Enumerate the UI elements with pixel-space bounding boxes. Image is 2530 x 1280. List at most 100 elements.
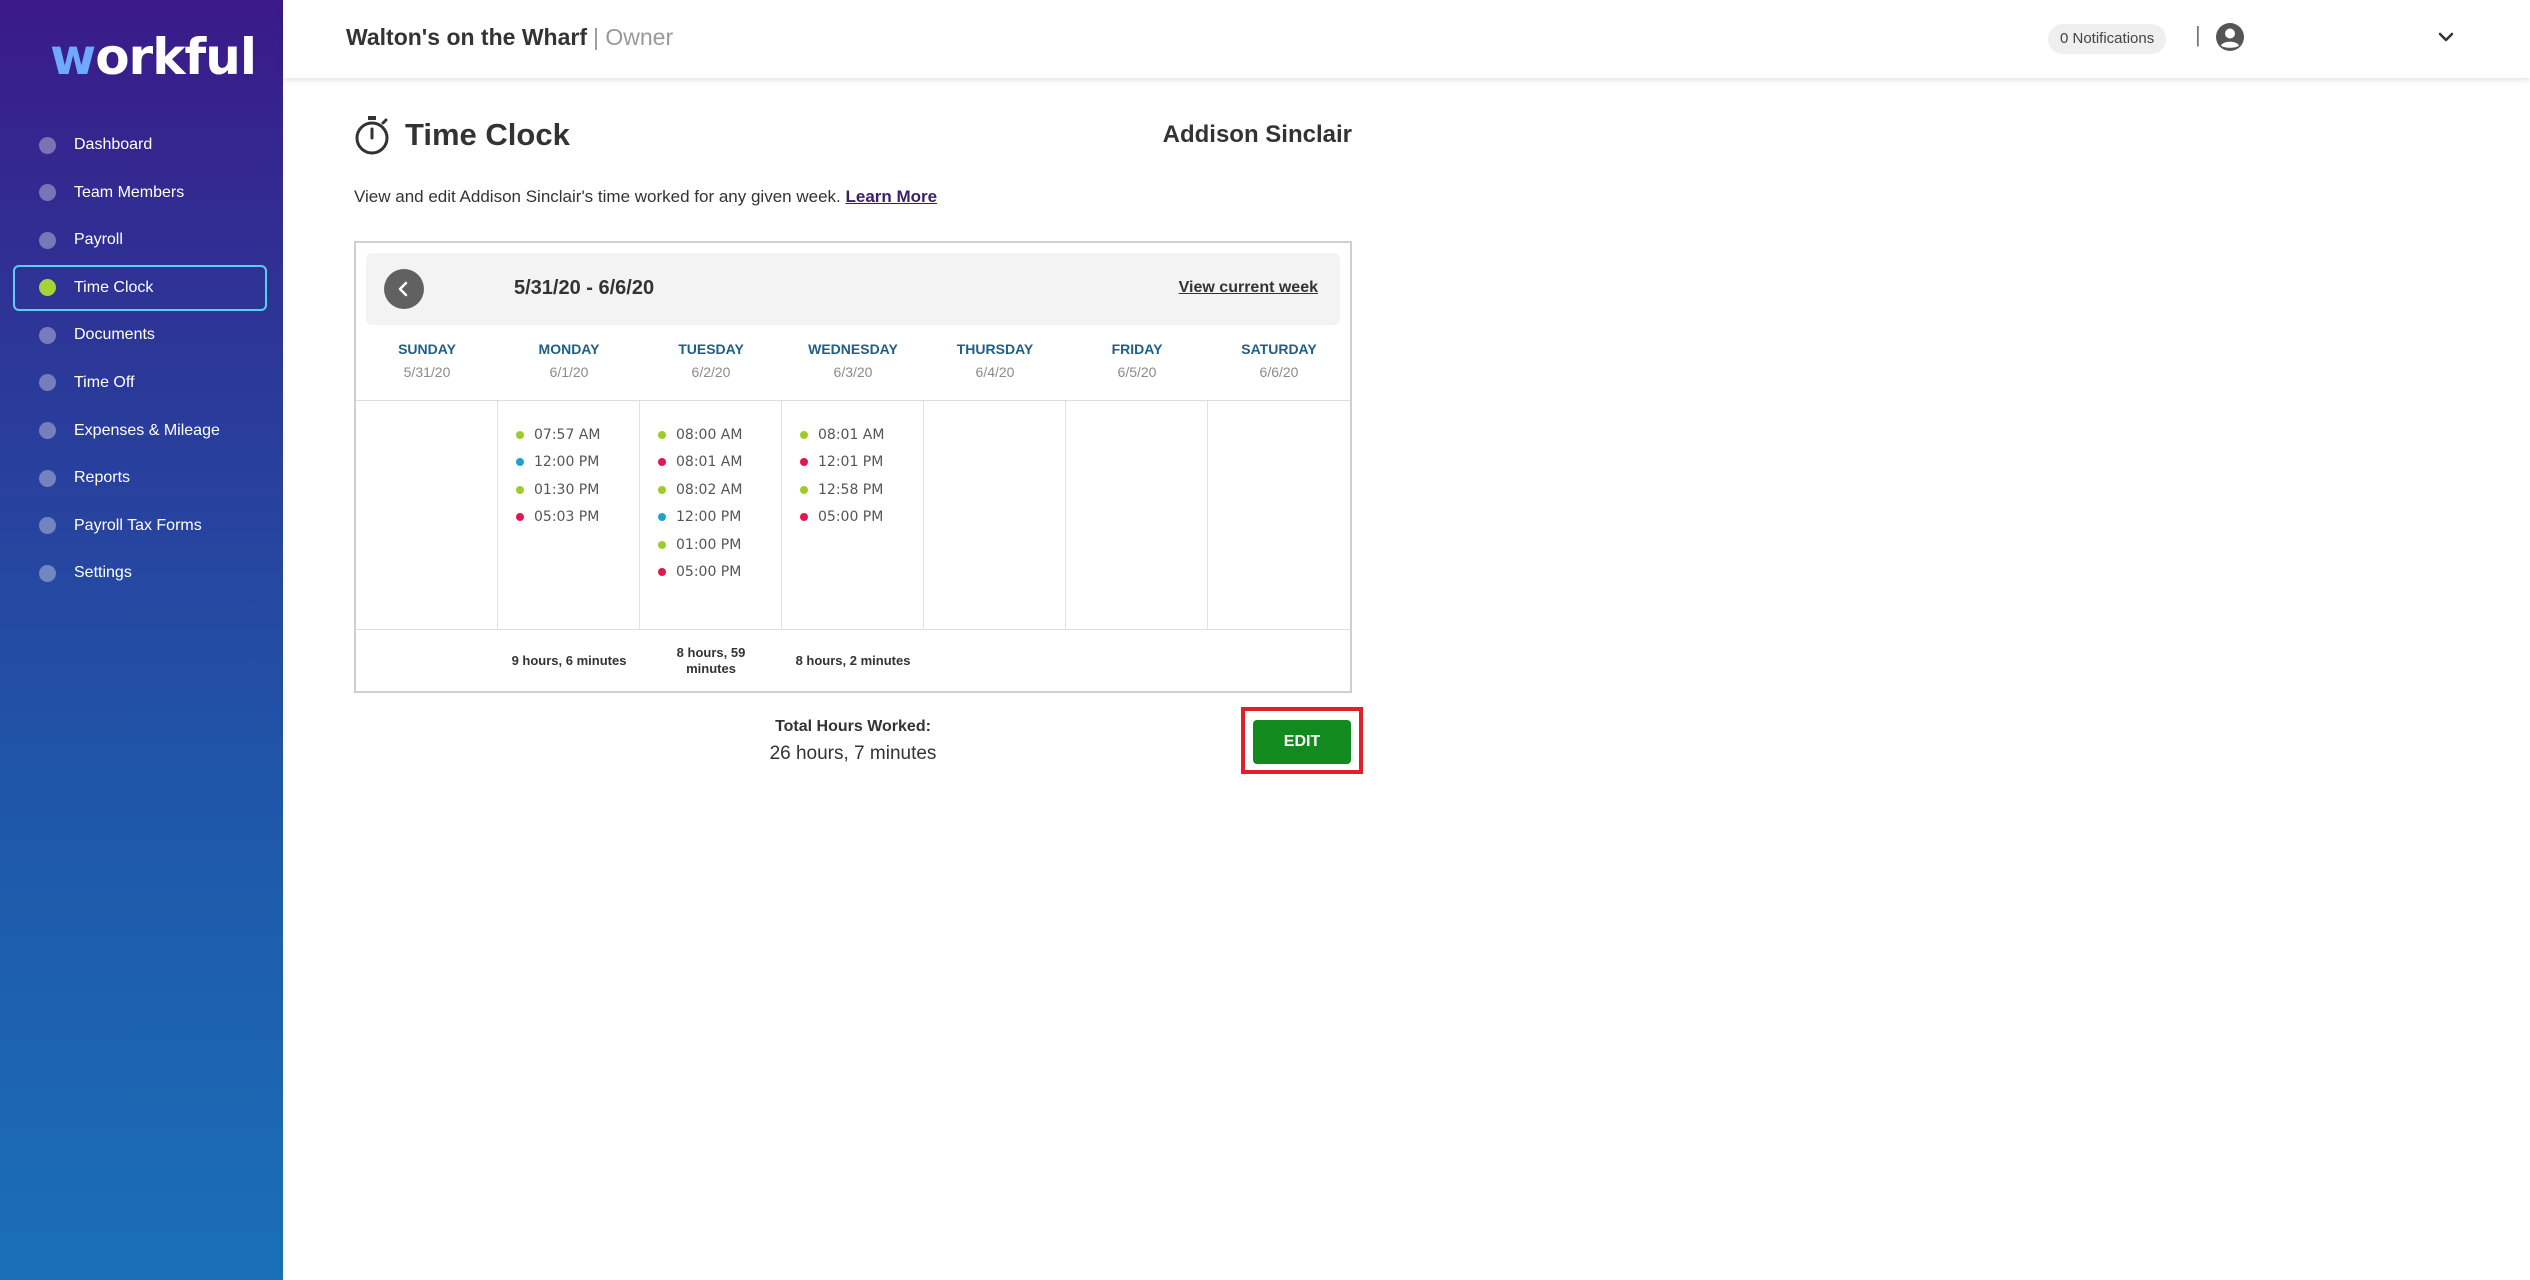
day-header-monday: MONDAY 6/1/20 [498, 341, 640, 380]
sidebar-item-time-off[interactable]: Time Off [13, 360, 267, 406]
nav-dot-icon [39, 184, 56, 202]
punch-entry: 08:01 AM [800, 421, 923, 449]
nav-dot-icon [39, 517, 56, 535]
edit-button[interactable]: EDIT [1253, 720, 1351, 764]
punch-out-dot-icon [658, 568, 666, 577]
day-name: SUNDAY [398, 341, 456, 357]
day-total-friday [1066, 631, 1208, 691]
company-name: Walton's on the Wharf [346, 24, 587, 50]
punch-time: 12:00 PM [676, 509, 742, 526]
punch-time: 08:02 AM [676, 481, 743, 498]
punch-break-dot-icon [516, 458, 524, 467]
sidebar-item-time-clock[interactable]: Time Clock [13, 264, 267, 311]
view-current-week-link[interactable]: View current week [1179, 279, 1318, 297]
sidebar-item-dashboard[interactable]: Dashboard [13, 122, 267, 168]
day-date: 6/6/20 [1259, 364, 1299, 380]
sidebar-nav: Dashboard Team Members Payroll Time Clock Do… [13, 122, 267, 598]
punch-entry: 01:00 PM [658, 531, 781, 559]
day-date: 6/4/20 [975, 364, 1015, 380]
user-circle-icon[interactable] [2215, 22, 2245, 52]
day-headers: SUNDAY 5/31/20 MONDAY 6/1/20 TUESDAY 6/2/20 WE… [356, 341, 1350, 380]
day-date: 6/5/20 [1117, 364, 1157, 380]
notifications-badge[interactable]: 0 Notifications [2048, 24, 2167, 54]
employee-name: Addison Sinclair [1162, 121, 1352, 148]
sidebar-item-settings[interactable]: Settings [13, 550, 267, 596]
day-column-monday: 07:57 AM 12:00 PM 01:30 PM 05:03 PM [498, 401, 640, 629]
punch-in-dot-icon [658, 430, 666, 439]
punch-break-dot-icon [658, 513, 666, 522]
day-name: WEDNESDAY [808, 341, 898, 357]
chevron-left-icon [398, 281, 408, 297]
punch-out-dot-icon [800, 458, 808, 467]
stopwatch-icon [355, 116, 389, 155]
nav-dot-icon [39, 279, 56, 297]
punch-in-dot-icon [516, 430, 524, 439]
total-hours-label: Total Hours Worked: [775, 718, 931, 735]
day-column-wednesday: 08:01 AM 12:01 PM 12:58 PM 05:00 PM [782, 401, 924, 629]
sidebar-item-expenses-mileage[interactable]: Expenses & Mileage [13, 408, 267, 454]
nav-dot-icon [39, 564, 56, 582]
punch-time: 05:03 PM [534, 509, 600, 526]
day-total-saturday [1208, 631, 1350, 691]
nav-dot-icon [39, 231, 56, 249]
workful-logo[interactable]: workful [50, 28, 257, 86]
nav-dot-icon [39, 422, 56, 440]
sidebar-item-label: Team Members [74, 183, 185, 201]
nav-dot-icon [39, 326, 56, 344]
punch-in-dot-icon [516, 485, 524, 494]
punch-grid: 07:57 AM 12:00 PM 01:30 PM 05:03 PM 08:00 AM… [356, 400, 1350, 630]
sidebar-item-documents[interactable]: Documents [13, 312, 267, 358]
punch-out-dot-icon [658, 458, 666, 467]
top-header: Walton's on the Wharf | Owner 0 Notifica… [283, 0, 2530, 78]
day-column-sunday [356, 401, 498, 629]
description-text: View and edit Addison Sinclair's time wo… [354, 187, 841, 206]
day-header-saturday: SATURDAY 6/6/20 [1208, 341, 1350, 380]
sidebar-item-team-members[interactable]: Team Members [13, 170, 267, 216]
header-separator: | [2195, 22, 2201, 47]
day-total-sunday [356, 631, 498, 691]
day-date: 6/2/20 [691, 364, 731, 380]
day-column-thursday [924, 401, 1066, 629]
day-name: TUESDAY [678, 341, 744, 357]
sidebar-item-label: Dashboard [74, 136, 153, 153]
punch-entry: 12:01 PM [800, 449, 923, 477]
sidebar-item-label: Settings [74, 564, 132, 582]
punch-entry: 05:00 PM [658, 559, 781, 587]
previous-week-button[interactable] [384, 269, 424, 309]
chevron-down-icon[interactable] [2435, 26, 2457, 48]
sidebar-item-payroll[interactable]: Payroll [13, 217, 267, 263]
punch-in-dot-icon [658, 485, 666, 494]
punch-time: 08:01 AM [818, 426, 885, 443]
sidebar-item-label: Time Clock [74, 278, 154, 296]
punch-time: 01:30 PM [534, 481, 600, 498]
punch-time: 12:58 PM [818, 481, 884, 498]
day-total-wednesday: 8 hours, 2 minutes [795, 653, 911, 668]
sidebar-item-label: Payroll [74, 231, 123, 249]
page-description: View and edit Addison Sinclair's time wo… [354, 187, 937, 207]
punch-time: 12:01 PM [818, 454, 884, 471]
nav-dot-icon [39, 374, 56, 392]
week-range: 5/31/20 - 6/6/20 [514, 277, 655, 299]
sidebar-item-reports[interactable]: Reports [13, 455, 267, 501]
page-title: Time Clock [405, 117, 570, 152]
day-total-monday: 9 hours, 6 minutes [511, 653, 627, 668]
punch-time: 01:00 PM [676, 536, 742, 553]
day-column-friday [1066, 401, 1208, 629]
punch-entry: 05:00 PM [800, 504, 923, 532]
punch-out-dot-icon [800, 513, 808, 522]
punch-entry: 08:00 AM [658, 421, 781, 449]
sidebar-item-label: Documents [74, 326, 155, 344]
sidebar-item-payroll-tax-forms[interactable]: Payroll Tax Forms [13, 503, 267, 549]
punch-entry: 12:58 PM [800, 476, 923, 504]
learn-more-link[interactable]: Learn More [845, 187, 937, 206]
day-header-friday: FRIDAY 6/5/20 [1066, 341, 1208, 380]
sidebar: workful Dashboard Team Members Payroll Time… [0, 0, 283, 1280]
punch-time: 05:00 PM [676, 564, 742, 581]
punch-time: 08:01 AM [676, 454, 743, 471]
punch-time: 12:00 PM [534, 454, 600, 471]
day-header-wednesday: WEDNESDAY 6/3/20 [782, 341, 924, 380]
day-column-tuesday: 08:00 AM 08:01 AM 08:02 AM 12:00 PM 01:00 PM… [640, 401, 782, 629]
day-name: THURSDAY [956, 341, 1034, 357]
punch-in-dot-icon [658, 540, 666, 549]
week-navigation: 5/31/20 - 6/6/20 View current week [366, 253, 1340, 325]
